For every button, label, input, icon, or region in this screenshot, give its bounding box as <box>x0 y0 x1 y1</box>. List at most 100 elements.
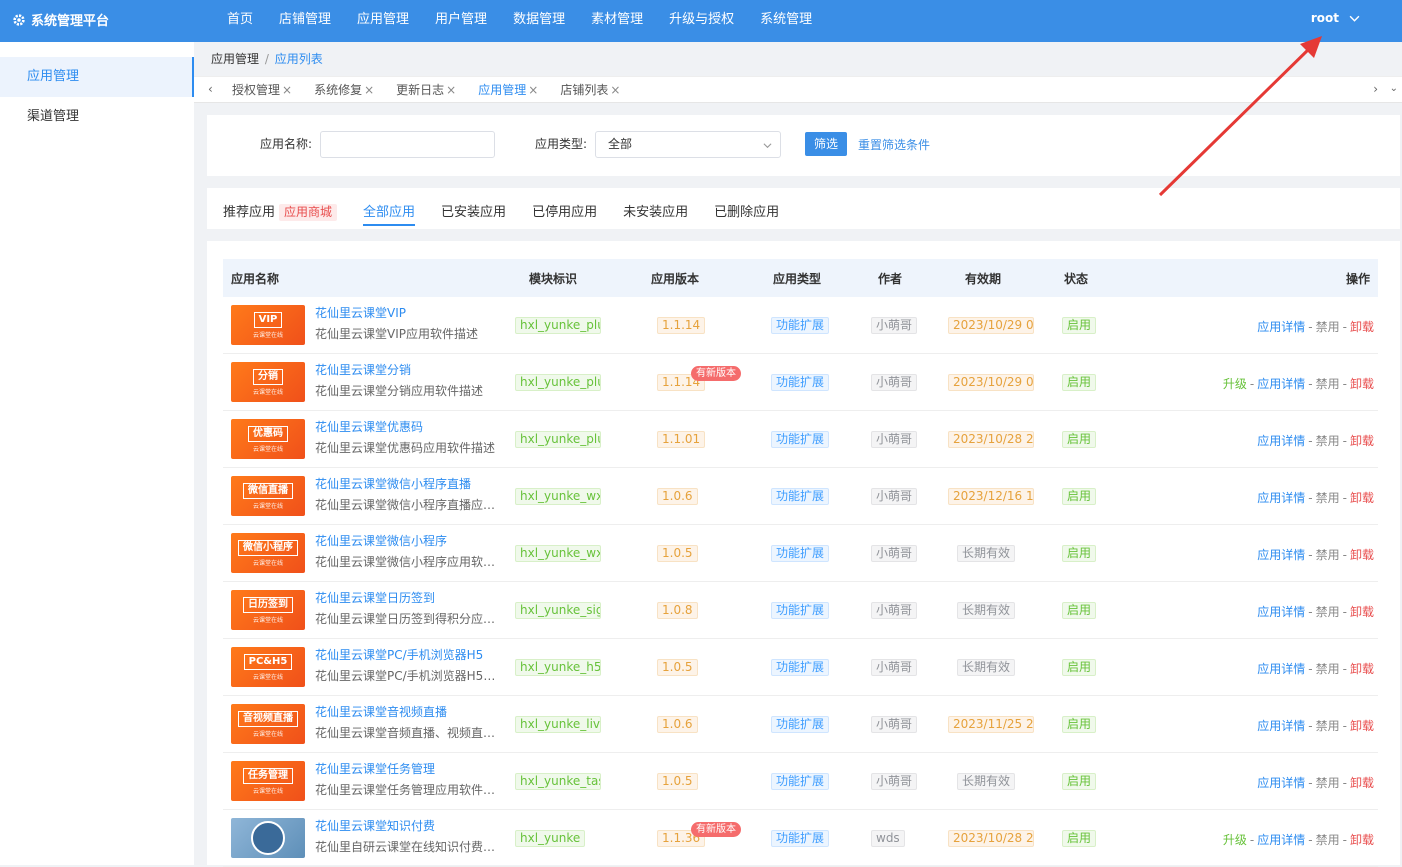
disable-link[interactable]: 禁用 <box>1316 548 1340 562</box>
nav-item-3[interactable]: 用户管理 <box>422 0 500 42</box>
uninstall-link[interactable]: 卸载 <box>1350 434 1374 448</box>
app-name-link[interactable]: 花仙里云课堂任务管理 <box>315 760 435 777</box>
app-detail-link[interactable]: 应用详情 <box>1257 548 1305 562</box>
nav-item-4[interactable]: 数据管理 <box>500 0 578 42</box>
disable-link[interactable]: 禁用 <box>1316 434 1340 448</box>
close-icon[interactable]: × <box>528 77 538 103</box>
app-thumbnail: 日历签到 云课堂在线 <box>231 590 305 630</box>
chevron-down-icon <box>1349 15 1360 22</box>
status-badge: 启用 <box>1062 317 1097 334</box>
app-name-link[interactable]: 花仙里云课堂知识付费 <box>315 817 435 834</box>
app-thumbnail: 分销 云课堂在线 <box>231 362 305 402</box>
op-separator: - <box>1342 605 1347 619</box>
app-detail-link[interactable]: 应用详情 <box>1257 833 1305 847</box>
app-name-input[interactable] <box>320 131 495 158</box>
status-badge: 启用 <box>1062 431 1097 448</box>
tag-2[interactable]: 更新日志 × <box>388 77 464 103</box>
thumb-title: VIP <box>253 311 283 328</box>
tab-4[interactable]: 已删除应用 <box>714 201 779 226</box>
tab-2[interactable]: 已停用应用 <box>532 201 597 226</box>
uninstall-link[interactable]: 卸载 <box>1350 548 1374 562</box>
op-separator: - <box>1342 776 1347 790</box>
user-menu[interactable]: root <box>1311 11 1360 25</box>
app-name-link[interactable]: 花仙里云课堂分销 <box>315 361 411 378</box>
tag-4[interactable]: 店铺列表 × <box>552 77 628 103</box>
app-name-link[interactable]: 花仙里云课堂音视频直播 <box>315 703 447 720</box>
tag-3[interactable]: 应用管理 × <box>470 77 546 103</box>
tab-recommend[interactable]: 推荐应用 应用商城 <box>223 201 338 226</box>
tag-0[interactable]: 授权管理 × <box>224 77 300 103</box>
uninstall-link[interactable]: 卸载 <box>1350 320 1374 334</box>
app-detail-link[interactable]: 应用详情 <box>1257 377 1305 391</box>
app-detail-link[interactable]: 应用详情 <box>1257 320 1305 334</box>
status-badge: 启用 <box>1062 602 1097 619</box>
app-detail-link[interactable]: 应用详情 <box>1257 662 1305 676</box>
nav-item-7[interactable]: 系统管理 <box>747 0 825 42</box>
app-name-link[interactable]: 花仙里云课堂日历签到 <box>315 589 435 606</box>
tag-label: 更新日志 <box>396 83 445 97</box>
close-icon[interactable]: × <box>446 77 456 103</box>
tab-3[interactable]: 未安装应用 <box>623 201 688 226</box>
app-store-badge[interactable]: 应用商城 <box>279 204 338 221</box>
tags-menu-chevron-icon[interactable]: ⌄ <box>1390 83 1398 94</box>
uninstall-link[interactable]: 卸载 <box>1350 719 1374 733</box>
close-icon[interactable]: × <box>282 77 292 103</box>
app-name-link[interactable]: 花仙里云课堂微信小程序 <box>315 532 447 549</box>
close-icon[interactable]: × <box>364 77 374 103</box>
app-name-link[interactable]: 花仙里云课堂PC/手机浏览器H5 <box>315 646 483 663</box>
filter-button[interactable]: 筛选 <box>805 132 847 156</box>
reset-filter-link[interactable]: 重置筛选条件 <box>858 136 930 153</box>
nav-item-2[interactable]: 应用管理 <box>344 0 422 42</box>
app-name-link[interactable]: 花仙里云课堂VIP <box>315 304 406 321</box>
thumb-footer: 云课堂在线 <box>252 673 283 681</box>
close-icon[interactable]: × <box>610 77 620 103</box>
nav-item-5[interactable]: 素材管理 <box>578 0 656 42</box>
breadcrumb-parent[interactable]: 应用管理 <box>211 52 259 66</box>
app-detail-link[interactable]: 应用详情 <box>1257 605 1305 619</box>
module-id-chip: hxl_yunke <box>515 830 586 847</box>
app-thumbnail <box>231 818 305 858</box>
uninstall-link[interactable]: 卸载 <box>1350 776 1374 790</box>
app-detail-link[interactable]: 应用详情 <box>1257 434 1305 448</box>
brand[interactable]: 系统管理平台 <box>12 10 109 29</box>
tabs-row: 推荐应用 应用商城 全部应用 已安装应用 已停用应用 未安装应用 已删除应用 <box>223 201 805 226</box>
disable-link[interactable]: 禁用 <box>1316 833 1340 847</box>
scroll-left-icon[interactable]: ‹ <box>208 82 213 96</box>
uninstall-link[interactable]: 卸载 <box>1350 833 1374 847</box>
app-name-link[interactable]: 花仙里云课堂优惠码 <box>315 418 423 435</box>
table-row: 花仙里云课堂知识付费花仙里自研云课堂在线知识付费应用软件描述hxl_yunke1… <box>223 810 1378 867</box>
app-detail-link[interactable]: 应用详情 <box>1257 776 1305 790</box>
upgrade-link[interactable]: 升级 <box>1223 833 1247 847</box>
uninstall-link[interactable]: 卸载 <box>1350 377 1374 391</box>
nav-item-0[interactable]: 首页 <box>214 0 266 42</box>
tag-1[interactable]: 系统修复 × <box>306 77 382 103</box>
disable-link[interactable]: 禁用 <box>1316 776 1340 790</box>
disable-link[interactable]: 禁用 <box>1316 320 1340 334</box>
app-name-link[interactable]: 花仙里云课堂微信小程序直播 <box>315 475 471 492</box>
nav-item-1[interactable]: 店铺管理 <box>266 0 344 42</box>
nav-item-6[interactable]: 升级与授权 <box>656 0 747 42</box>
disable-link[interactable]: 禁用 <box>1316 605 1340 619</box>
op-separator: - <box>1342 434 1347 448</box>
sidebar-item-channel-management[interactable]: 渠道管理 <box>0 97 194 137</box>
tab-1[interactable]: 已安装应用 <box>441 201 506 226</box>
table-row: PC&H5 云课堂在线 花仙里云课堂PC/手机浏览器H5 花仙里云课堂PC/手机浏览器… <box>223 639 1378 696</box>
uninstall-link[interactable]: 卸载 <box>1350 605 1374 619</box>
uninstall-link[interactable]: 卸载 <box>1350 491 1374 505</box>
disable-link[interactable]: 禁用 <box>1316 662 1340 676</box>
app-description: 花仙里云课堂PC/手机浏览器H5应用软件描述 <box>315 669 497 683</box>
app-type-select[interactable]: 全部 <box>595 131 781 158</box>
scroll-right-icon[interactable]: › <box>1373 82 1378 96</box>
table-row: 微信直播云课堂在线花仙里云课堂微信小程序直播花仙里云课堂微信小程序直播应用软件描… <box>223 468 1378 525</box>
disable-link[interactable]: 禁用 <box>1316 377 1340 391</box>
new-version-badge: 有新版本 <box>691 366 741 381</box>
disable-link[interactable]: 禁用 <box>1316 719 1340 733</box>
app-detail-link[interactable]: 应用详情 <box>1257 491 1305 505</box>
tab-0[interactable]: 全部应用 <box>363 201 416 226</box>
table-row: 日历签到云课堂在线花仙里云课堂日历签到花仙里云课堂日历签到得积分应用软件描述hx… <box>223 582 1378 639</box>
upgrade-link[interactable]: 升级 <box>1223 377 1247 391</box>
disable-link[interactable]: 禁用 <box>1316 491 1340 505</box>
app-detail-link[interactable]: 应用详情 <box>1257 719 1305 733</box>
sidebar-item-app-management[interactable]: 应用管理 <box>0 57 194 97</box>
uninstall-link[interactable]: 卸载 <box>1350 662 1374 676</box>
